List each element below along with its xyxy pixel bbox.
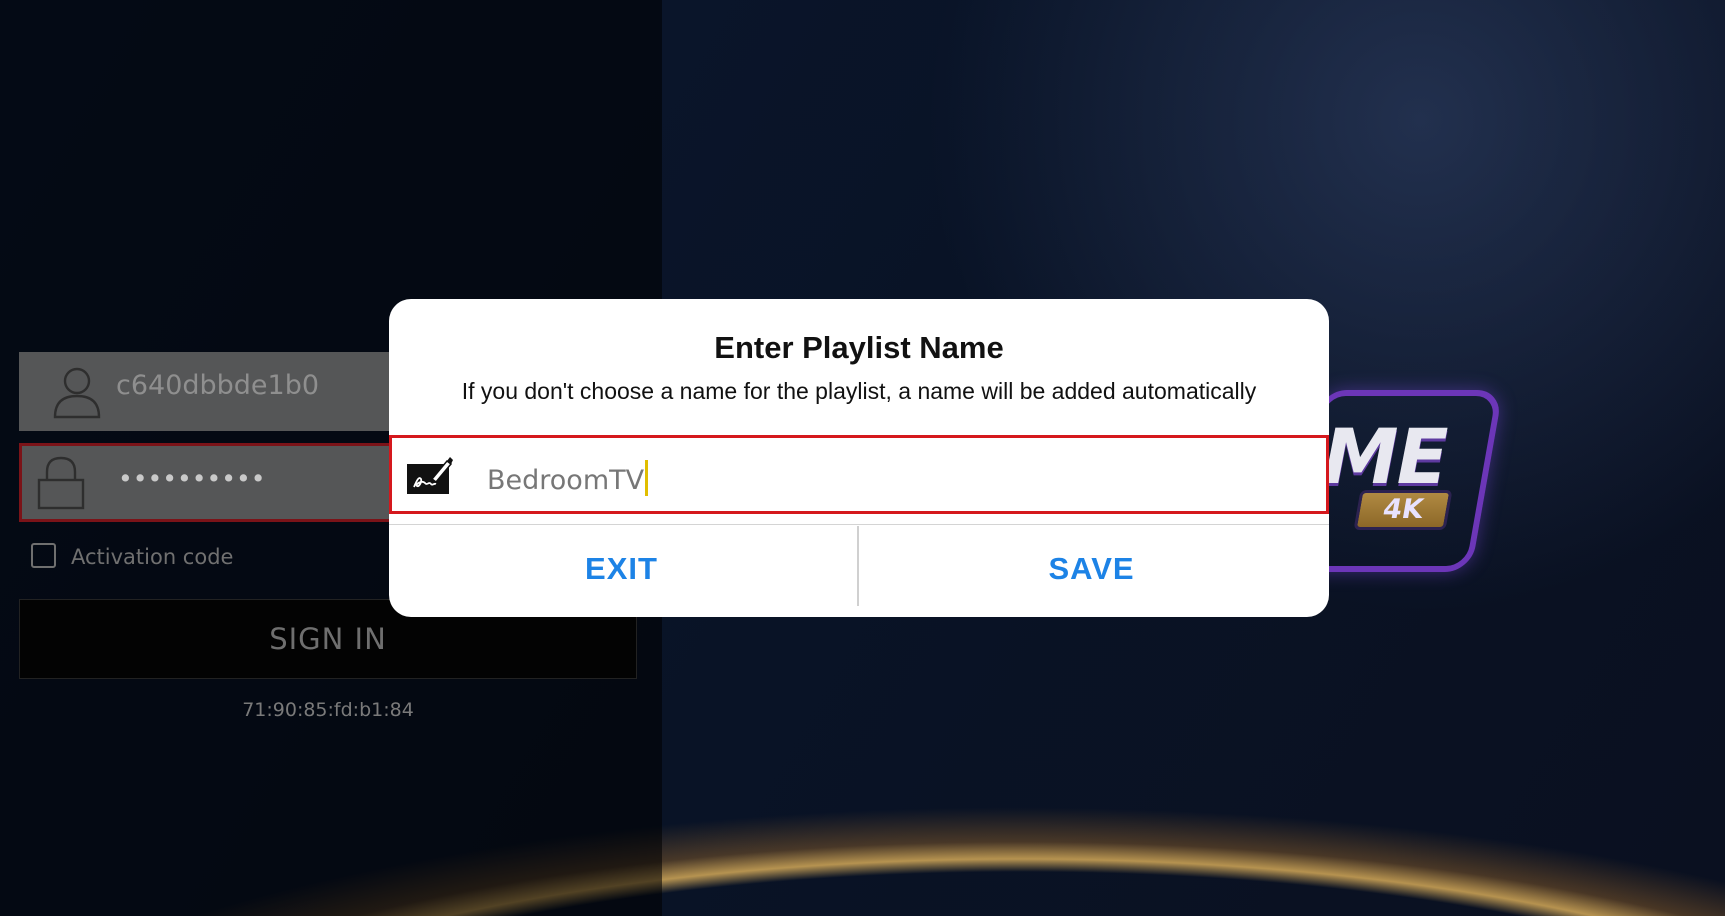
dialog-title: Enter Playlist Name <box>714 330 1004 365</box>
activation-code-option[interactable]: Activation code <box>28 541 308 573</box>
dialog-subtitle: If you don't choose a name for the playl… <box>461 378 1257 404</box>
playlist-name-text: BedroomTV <box>487 465 645 496</box>
button-row-separator <box>389 524 1329 525</box>
password-value: •••••••••• <box>118 464 266 493</box>
playlist-name-dialog: Enter Playlist Name If you don't choose … <box>389 299 1329 617</box>
username-value: c640dbbde1b0 <box>116 370 320 401</box>
app-logo: ME 4K <box>1288 390 1504 572</box>
iptv-login-screen: ME 4K c640dbbde1b0 •••••••••• Activation… <box>0 0 1725 916</box>
save-button[interactable]: SAVE <box>859 534 1324 604</box>
activation-code-checkbox[interactable] <box>31 543 56 568</box>
exit-button[interactable]: EXIT <box>389 534 854 604</box>
text-cursor <box>645 460 649 496</box>
logo-4k-badge: 4K <box>1353 490 1453 530</box>
playlist-name-value: BedroomTV <box>487 460 649 496</box>
signature-pen-icon <box>407 457 453 494</box>
mac-address: 71:90:85:fd:b1:84 <box>242 699 414 721</box>
lock-icon <box>37 456 85 510</box>
logo-text: ME <box>1323 412 1449 501</box>
user-icon <box>53 367 101 419</box>
playlist-name-input[interactable]: BedroomTV <box>389 435 1329 514</box>
activation-code-label: Activation code <box>71 545 234 569</box>
